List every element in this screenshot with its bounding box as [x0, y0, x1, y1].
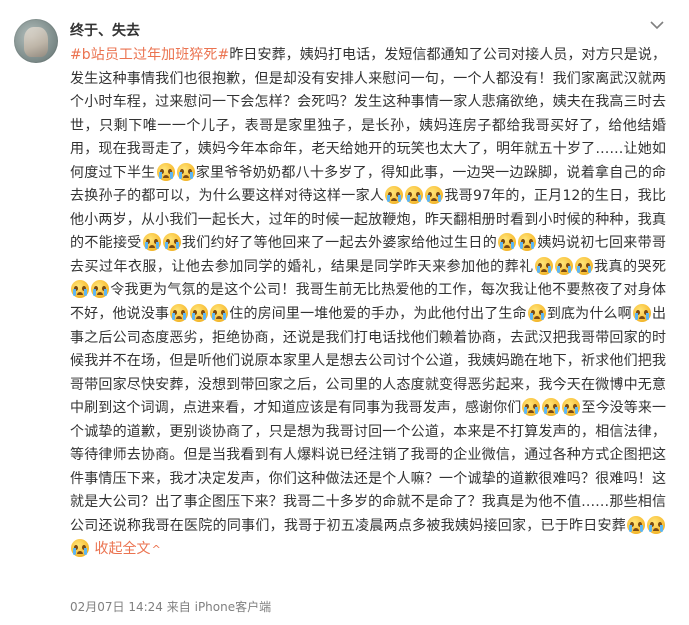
post-text-segment: 昨日安葬，姨妈打电话，发短信都通知了公司对接人员，对方只是说，发生这种事情我们也…: [70, 47, 666, 181]
crying-face-icon: [385, 186, 404, 205]
hashtag-link[interactable]: #b站员工过年加班猝死#: [70, 47, 229, 63]
crying-face-icon: [627, 515, 645, 534]
crying-face-icon: [142, 233, 161, 252]
username[interactable]: 终于、失去: [70, 20, 140, 40]
crying-face-icon: [574, 256, 593, 275]
chevron-up-icon: ^: [151, 543, 161, 557]
crying-face-icon: [162, 233, 181, 252]
crying-face-icon: [210, 304, 229, 323]
weibo-post-card: 终于、失去 #b站员工过年加班猝死#昨日安葬，姨妈打电话，发短信都通知了公司对接…: [0, 0, 689, 625]
collapse-full-text-link[interactable]: 收起全文^: [94, 541, 160, 557]
post-text-segment: 我真的哭死: [593, 258, 666, 275]
post-text: #b站员工过年加班猝死#昨日安葬，姨妈打电话，发短信都通知了公司对接人员，对方只…: [70, 44, 666, 562]
crying-face-icon: [425, 186, 444, 205]
post-text-segment: 我们约好了等他回来了一起去外婆家给他过生日的: [181, 235, 498, 252]
crying-face-icon: [632, 304, 651, 323]
crying-face-icon: [534, 256, 553, 275]
crying-face-icon: [498, 233, 517, 252]
source-prefix: 来自: [166, 600, 191, 614]
crying-face-icon: [170, 304, 189, 323]
crying-face-icon: [527, 304, 546, 323]
crying-face-icon: [190, 304, 209, 323]
chevron-down-icon[interactable]: [647, 18, 667, 38]
crying-face-icon: [647, 515, 665, 534]
post-text-segment: 住的房间里一堆他爱的手办，为此他付出了生命: [229, 306, 527, 323]
post-meta: 02月07日 14:24 来自 iPhone客户端: [70, 598, 271, 615]
crying-face-icon: [176, 162, 195, 181]
crying-face-icon: [554, 256, 573, 275]
post-text-segment: 到底为什么啊: [546, 306, 632, 323]
crying-face-icon: [522, 398, 541, 417]
crying-face-icon: [542, 398, 561, 417]
crying-face-icon: [156, 162, 175, 181]
crying-face-icon: [91, 280, 109, 299]
avatar-image: [24, 27, 48, 57]
post-text-segment: 至今没等来一个诚挚的道歉，更别谈协商了，只是想为我哥讨回一个公道，本来是不打算发…: [70, 400, 667, 534]
crying-face-icon: [518, 233, 537, 252]
post-time[interactable]: 02月07日 14:24: [70, 600, 163, 614]
post-source: iPhone客户端: [194, 600, 272, 614]
crying-face-icon: [405, 186, 424, 205]
collapse-label: 收起全文: [94, 541, 151, 558]
crying-face-icon: [71, 539, 89, 558]
crying-face-icon: [562, 398, 581, 417]
crying-face-icon: [71, 280, 89, 299]
avatar[interactable]: [14, 19, 58, 63]
